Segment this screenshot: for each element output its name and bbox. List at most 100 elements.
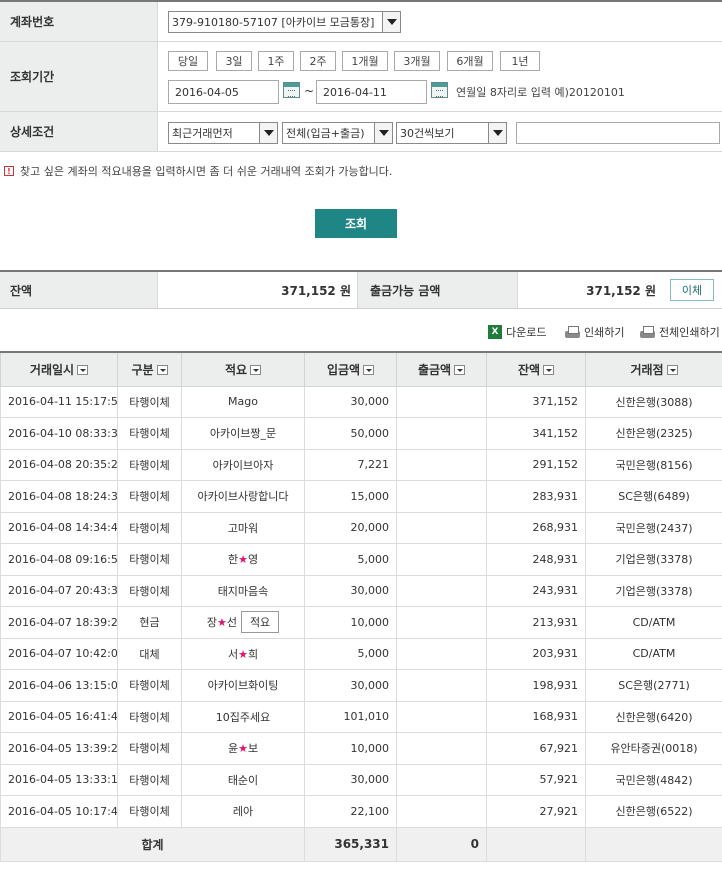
column-header[interactable]: 거래일시: [0, 352, 118, 387]
period-button[interactable]: 1주: [258, 51, 294, 71]
cell-deposit: 7,221: [304, 448, 397, 481]
print-all-button[interactable]: 전체인쇄하기: [640, 324, 720, 340]
date-to-input[interactable]: 2016-04-11: [316, 80, 427, 104]
sort-dropdown-icon[interactable]: [454, 365, 466, 376]
sort-dropdown-icon[interactable]: [363, 365, 375, 376]
type-select[interactable]: 전체(입금+출금): [282, 122, 393, 144]
column-header[interactable]: 출금액: [396, 352, 487, 387]
download-button[interactable]: X 다운로드: [488, 324, 546, 340]
transactions-table: 거래일시 구분 적요 입금액 출금액 잔액 거래점 2016-04-11 15:17:50 타…: [0, 351, 722, 862]
sort-select[interactable]: 최근거래먼저: [168, 122, 278, 144]
cell-type: 타행이체: [117, 574, 182, 607]
cell-type: 타행이체: [117, 511, 182, 544]
sort-dropdown-icon[interactable]: [543, 365, 555, 376]
column-header-label: 출금액: [417, 362, 452, 377]
cell-branch: 신한은행(6522): [585, 795, 722, 828]
cell-deposit: 20,000: [304, 511, 397, 544]
column-header[interactable]: 적요: [181, 352, 305, 387]
calendar-icon[interactable]: [431, 82, 448, 98]
cell-type: 타행이체: [117, 417, 182, 450]
search-button[interactable]: 조회: [315, 209, 397, 238]
cell-type: 타행이체: [117, 480, 182, 513]
sort-dropdown-icon[interactable]: [77, 365, 89, 376]
memo-text: 레아: [232, 805, 254, 819]
memo-text: 태지마음속: [217, 584, 269, 598]
cell-datetime: 2016-04-10 08:33:37: [0, 417, 118, 450]
cell-datetime: 2016-04-11 15:17:50: [0, 385, 118, 418]
sort-dropdown-icon[interactable]: [156, 365, 168, 376]
sort-dropdown-icon[interactable]: [666, 365, 678, 376]
date-from-input[interactable]: 2016-04-05: [168, 80, 279, 104]
chevron-down-icon: [488, 123, 506, 143]
cell-branch: SC은행(6489): [585, 480, 722, 513]
chevron-down-icon: [259, 123, 277, 143]
print-button[interactable]: 인쇄하기: [565, 324, 624, 340]
cell-withdraw: [396, 637, 487, 670]
cell-memo: 10집주세요: [181, 700, 305, 733]
date-tilde: ~: [304, 84, 315, 98]
cell-branch: 신한은행(2325): [585, 417, 722, 450]
period-button[interactable]: 3개월: [394, 51, 440, 71]
cell-withdraw: [396, 511, 487, 544]
column-header[interactable]: 입금액: [304, 352, 397, 387]
excel-icon: X: [488, 325, 502, 339]
cell-type: 타행이체: [117, 732, 182, 765]
cell-balance: 198,931: [486, 669, 586, 702]
cell-branch: SC은행(2771): [585, 669, 722, 702]
cell-type: 타행이체: [117, 385, 182, 418]
calendar-icon[interactable]: [283, 82, 300, 98]
period-button[interactable]: 2주: [300, 51, 336, 71]
cell-branch: 유안타증권(0018): [585, 732, 722, 765]
cell-deposit: 15,000: [304, 480, 397, 513]
cell-withdraw: [396, 700, 487, 733]
balance-bar: 잔액 371,152 원 출금가능 금액 371,152 원 이체: [0, 270, 722, 309]
cell-withdraw: [396, 574, 487, 607]
cell-deposit: 10,000: [304, 732, 397, 765]
period-button[interactable]: 6개월: [447, 51, 493, 71]
memo-text: 윤: [227, 742, 239, 756]
cell-withdraw: [396, 385, 487, 418]
total-withdraw: 0: [396, 826, 487, 862]
cell-balance: 57,921: [486, 763, 586, 796]
column-header-label: 거래일시: [29, 362, 75, 377]
period-button[interactable]: 1년: [500, 51, 540, 71]
account-row: 계좌번호 379-910180-57107 [아카이브 모금통장]: [0, 2, 722, 42]
table-row: 2016-04-07 10:42:03 대체 서★희 5,000 203,931 CD/A…: [0, 637, 722, 670]
period-button[interactable]: 3일: [216, 51, 252, 71]
cell-withdraw: [396, 448, 487, 481]
column-header[interactable]: 거래점: [585, 352, 722, 387]
cell-memo: 레아: [181, 795, 305, 828]
cell-type: 현금: [117, 606, 182, 639]
memo-search-input[interactable]: [516, 122, 720, 144]
column-header[interactable]: 잔액: [486, 352, 586, 387]
memo-text: 아카이브사랑합니다: [197, 490, 289, 504]
cell-memo: 고마워: [181, 511, 305, 544]
notice-text: 찾고 싶은 계좌의 적요내용을 입력하시면 좀 더 쉬운 거래내역 조회가 가능…: [20, 165, 393, 178]
alert-icon: !: [4, 166, 14, 176]
search-form: 계좌번호 379-910180-57107 [아카이브 모금통장] 조회기간 상…: [0, 0, 722, 152]
transfer-button[interactable]: 이체: [670, 279, 714, 301]
account-select-value: 379-910180-57107 [아카이브 모금통장]: [172, 16, 375, 29]
cell-deposit: 5,000: [304, 543, 397, 576]
print-label: 인쇄하기: [584, 326, 625, 339]
cell-balance: 248,931: [486, 543, 586, 576]
memo-text: 보: [247, 742, 259, 756]
cell-datetime: 2016-04-05 10:17:43: [0, 795, 118, 828]
cell-withdraw: [396, 417, 487, 450]
cell-deposit: 22,100: [304, 795, 397, 828]
period-button[interactable]: 당일: [168, 51, 208, 71]
print-all-label: 전체인쇄하기: [659, 326, 720, 339]
column-header[interactable]: 구분: [117, 352, 182, 387]
column-header-label: 구분: [131, 362, 154, 377]
account-select[interactable]: 379-910180-57107 [아카이브 모금통장]: [168, 11, 401, 33]
period-button[interactable]: 1개월: [342, 51, 388, 71]
chevron-down-icon: [382, 12, 400, 32]
cell-type: 타행이체: [117, 669, 182, 702]
cell-deposit: 30,000: [304, 574, 397, 607]
table-row: 2016-04-05 10:17:43 타행이체 레아 22,100 27,921 신한은…: [0, 795, 722, 828]
cell-type: 타행이체: [117, 763, 182, 796]
cell-datetime: 2016-04-07 18:39:25: [0, 606, 118, 639]
sort-dropdown-icon[interactable]: [250, 365, 262, 376]
memo-popup-button[interactable]: 적요: [240, 611, 280, 634]
count-select[interactable]: 30건씩보기: [396, 122, 507, 144]
